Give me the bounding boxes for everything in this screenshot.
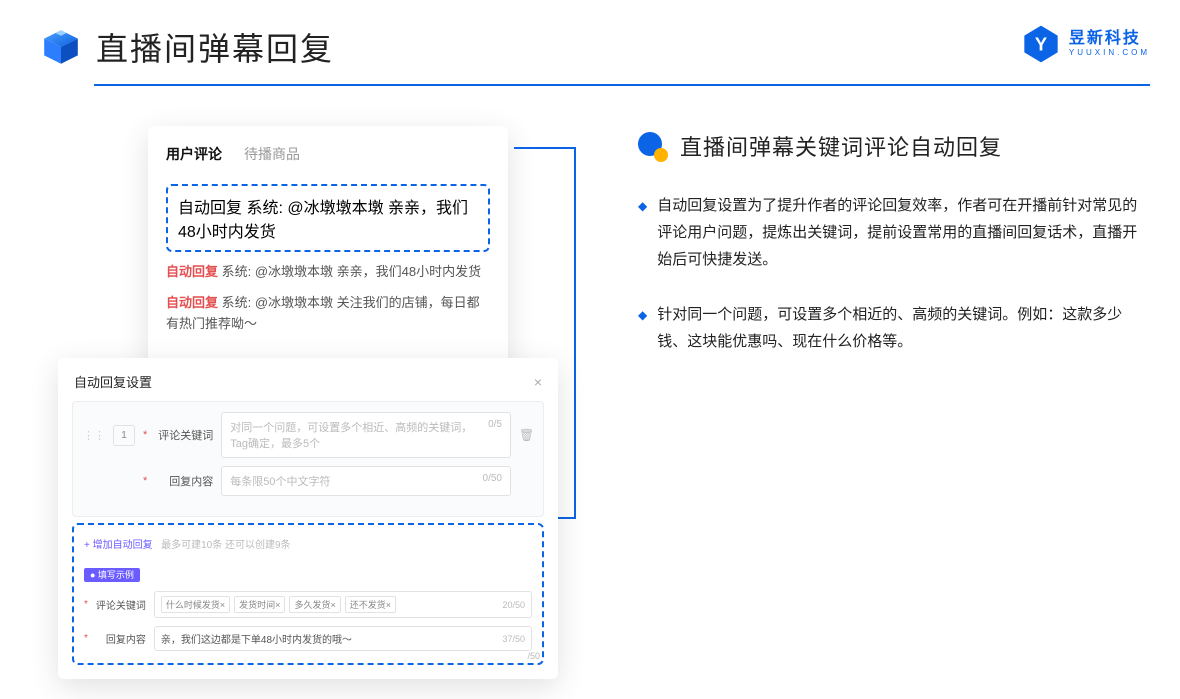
ex-reply-field[interactable]: 亲，我们这边都是下单48小时内发货的哦～ 37/50 <box>154 626 532 651</box>
brand-logo: Y 昱新科技 YUUXIN.COM <box>1021 24 1150 64</box>
description-column: 直播间弹幕关键词评论自动回复 ◆ 自动回复设置为了提升作者的评论回复效率，作者可… <box>568 126 1150 679</box>
reply-input[interactable]: 每条限50个中文字符 0/50 <box>221 466 511 496</box>
highlighted-message: 自动回复 系统: @冰墩墩本墩 亲亲，我们48小时内发货 <box>166 184 490 252</box>
drag-handle-icon[interactable]: ⋮⋮ <box>83 429 105 442</box>
bullet-text: 自动回复设置为了提升作者的评论回复效率，作者可在开播前针对常见的评论用户问题，提… <box>657 192 1150 273</box>
settings-title: 自动回复设置 <box>74 372 152 391</box>
delete-icon[interactable]: 🗑 <box>519 428 533 442</box>
add-rule-note: 最多可建10条 还可以创建9条 <box>161 540 290 551</box>
bullet-item: ◆ 自动回复设置为了提升作者的评论回复效率，作者可在开播前针对常见的评论用户问题… <box>638 192 1150 273</box>
tab-pending-goods[interactable]: 待播商品 <box>244 144 300 164</box>
keyword-input[interactable]: 对同一个问题，可设置多个相近、高频的关键词，Tag确定，最多5个 0/5 <box>221 412 511 458</box>
ex-keyword-field[interactable]: 什么时候发货× 发货时间× 多久发货× 还不发货× 20/50 <box>154 591 532 618</box>
svg-text:Y: Y <box>1035 34 1047 55</box>
keyword-label: 评论关键词 <box>155 427 213 443</box>
bubble-icon <box>638 132 666 160</box>
auto-reply-tag: 自动回复 <box>166 295 218 310</box>
close-icon[interactable]: × <box>534 374 542 390</box>
required-dot: * <box>143 429 147 441</box>
page-title: 直播间弹幕回复 <box>96 24 334 70</box>
keyword-chip[interactable]: 什么时候发货× <box>161 596 230 613</box>
section-heading: 直播间弹幕关键词评论自动回复 <box>680 130 1002 162</box>
example-highlight: + 增加自动回复 最多可建10条 还可以创建9条 ● 填写示例 * 评论关键词 … <box>72 523 544 665</box>
page-header: 直播间弹幕回复 <box>0 0 1180 84</box>
auto-reply-tag: 自动回复 <box>166 264 218 279</box>
diamond-icon: ◆ <box>638 305 647 355</box>
brand-name-cn: 昱新科技 <box>1069 31 1150 47</box>
keyword-chip[interactable]: 发货时间× <box>234 596 285 613</box>
tab-user-comments[interactable]: 用户评论 <box>166 144 222 164</box>
rule-card: ⋮⋮ 1 * 评论关键词 对同一个问题，可设置多个相近、高频的关键词，Tag确定… <box>72 401 544 517</box>
brand-icon: Y <box>1021 24 1061 64</box>
example-badge: ● 填写示例 <box>84 568 140 582</box>
ex-keyword-label: 评论关键词 <box>96 597 146 612</box>
order-input[interactable]: 1 <box>113 425 135 446</box>
brand-name-en: YUUXIN.COM <box>1069 48 1150 57</box>
ex-reply-label: 回复内容 <box>96 631 146 646</box>
bullet-item: ◆ 针对同一个问题，可设置多个相近的、高频的关键词。例如：这款多少钱、这块能优惠… <box>638 301 1150 355</box>
screenshot-mocks: 用户评论 待播商品 自动回复 系统: @冰墩墩本墩 亲亲，我们48小时内发货 自… <box>58 126 568 679</box>
comments-panel: 用户评论 待播商品 自动回复 系统: @冰墩墩本墩 亲亲，我们48小时内发货 自… <box>148 126 508 374</box>
diamond-icon: ◆ <box>638 196 647 273</box>
bullet-text: 针对同一个问题，可设置多个相近的、高频的关键词。例如：这款多少钱、这块能优惠吗、… <box>657 301 1150 355</box>
settings-panel: 自动回复设置 × ⋮⋮ 1 * 评论关键词 对同一个问题，可设置多个相近、高频的… <box>58 358 558 679</box>
keyword-chip[interactable]: 多久发货× <box>289 596 340 613</box>
message-row: 自动回复 系统: @冰墩墩本墩 关注我们的店铺，每日都有热门推荐呦～ <box>166 293 490 335</box>
required-dot: * <box>143 475 147 487</box>
message-row: 自动回复 系统: @冰墩墩本墩 亲亲，我们48小时内发货 <box>166 262 490 283</box>
outer-counter: /50 <box>527 651 540 661</box>
add-rule-link[interactable]: + 增加自动回复 <box>84 536 153 551</box>
reply-label: 回复内容 <box>155 473 213 489</box>
cube-icon <box>40 26 82 68</box>
auto-reply-tag: 自动回复 <box>178 200 242 217</box>
keyword-chip[interactable]: 还不发货× <box>345 596 396 613</box>
message-body: 系统: @冰墩墩本墩 亲亲，我们48小时内发货 <box>222 264 482 279</box>
chip-list: 什么时候发货× 发货时间× 多久发货× 还不发货× <box>161 596 396 613</box>
